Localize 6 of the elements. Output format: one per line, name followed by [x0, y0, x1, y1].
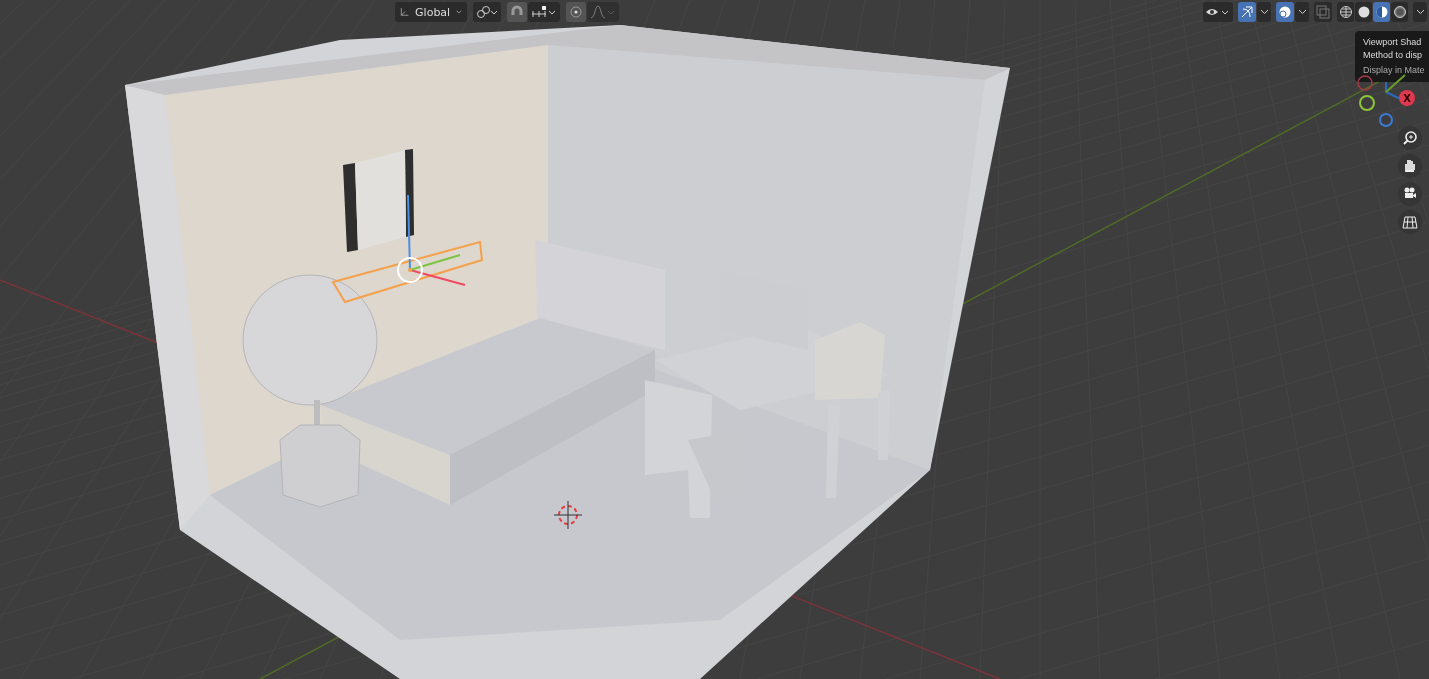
tooltip-text: Viewport Shad — [1363, 36, 1423, 49]
tooltip-text: Method to disp — [1363, 49, 1424, 62]
viewport[interactable]: Global Viewport Shad Method to disp Display in Mate X — [0, 0, 1429, 679]
transform-orientation-dropdown[interactable]: Global — [395, 2, 467, 22]
tooltip-text: Display in Mate — [1363, 64, 1426, 77]
x-axis-handle[interactable]: X — [1399, 90, 1415, 106]
